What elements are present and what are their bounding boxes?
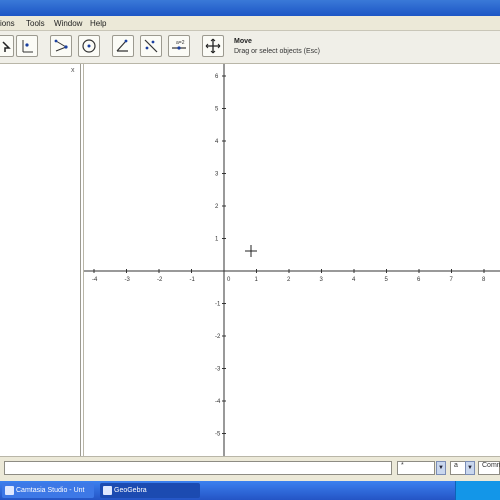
x-tick-label: 7 bbox=[450, 277, 454, 283]
taskbar-button-geogebra[interactable]: GeoGebra bbox=[100, 483, 200, 498]
input-field[interactable] bbox=[4, 461, 392, 475]
command-select[interactable]: Comm bbox=[478, 461, 500, 475]
x-tick-label: -3 bbox=[125, 277, 131, 283]
y-tick-label: -3 bbox=[215, 367, 221, 373]
y-tick-label: 2 bbox=[215, 204, 219, 210]
y-tick-label: 3 bbox=[215, 172, 219, 178]
graphics-view[interactable]: -4 -3 -2 -1 0 1 2 3 4 5 6 7 8 6 5 4 3 2 1 -1 -2 -3 -4 -5 bbox=[83, 64, 500, 456]
y-tick-labels: 6 5 4 3 2 1 -1 -2 -3 -4 -5 bbox=[215, 74, 221, 438]
y-tick-label: -5 bbox=[215, 432, 221, 438]
move-tool-button[interactable] bbox=[0, 35, 14, 57]
x-tick-label: -1 bbox=[190, 277, 196, 283]
move-graphics-view-button[interactable] bbox=[202, 35, 224, 57]
y-tick-label: 4 bbox=[215, 139, 219, 145]
camtasia-app-icon bbox=[5, 486, 14, 495]
tool-help-description: Drag or select objects (Esc) bbox=[234, 48, 320, 55]
angle-icon bbox=[116, 39, 128, 52]
x-tick-label: 6 bbox=[417, 277, 421, 283]
x-tick-label: 2 bbox=[287, 277, 291, 283]
y-tick-label: 5 bbox=[215, 107, 219, 113]
y-tick-label: -4 bbox=[215, 399, 221, 405]
point-icon bbox=[22, 40, 33, 53]
y-tick-label: -2 bbox=[215, 334, 221, 340]
menu-help[interactable]: Help bbox=[90, 19, 106, 28]
move-graphics-view-icon bbox=[205, 38, 221, 54]
svg-text:a=2: a=2 bbox=[176, 40, 185, 46]
reflect-tool-button[interactable] bbox=[140, 35, 162, 57]
x-tick-label: 0 bbox=[227, 277, 231, 283]
y-tick-label: -1 bbox=[215, 302, 221, 308]
point-tool-button[interactable] bbox=[16, 35, 38, 57]
x-tick-label: 8 bbox=[482, 277, 486, 283]
x-tick-label: -4 bbox=[92, 277, 98, 283]
y-tick-label: 1 bbox=[215, 237, 219, 243]
angle-tool-button[interactable] bbox=[112, 35, 134, 57]
move-arrow-icon bbox=[2, 41, 11, 52]
x-tick-label: 5 bbox=[385, 277, 389, 283]
tool-help-title: Move bbox=[234, 38, 252, 45]
taskbar: Camtasia Studio - Unt GeoGebra bbox=[0, 481, 500, 500]
taskbar-button-label: Camtasia Studio - Unt bbox=[16, 487, 85, 494]
line-tool-button[interactable] bbox=[50, 35, 72, 57]
circle-tool-button[interactable] bbox=[78, 35, 100, 57]
close-icon[interactable]: x bbox=[71, 67, 75, 74]
y-tick-label: 6 bbox=[215, 74, 219, 80]
menu-window[interactable]: Window bbox=[54, 19, 82, 28]
algebra-view[interactable]: x bbox=[0, 64, 81, 456]
x-tick-label: 3 bbox=[320, 277, 324, 283]
alpha-select-chevron-down-icon[interactable]: ▼ bbox=[465, 461, 475, 475]
geogebra-app-icon bbox=[103, 486, 112, 495]
reflect-line-icon bbox=[144, 39, 158, 53]
alpha-select[interactable]: a bbox=[450, 461, 466, 475]
coordinate-axes: -4 -3 -2 -1 0 1 2 3 4 5 6 7 8 6 5 4 3 2 1 -1 -2 -3 -4 -5 bbox=[84, 64, 500, 456]
menu-bar: ions Tools Window Help bbox=[0, 16, 500, 31]
symbol-select[interactable]: * bbox=[397, 461, 435, 475]
taskbar-button-label: GeoGebra bbox=[114, 487, 147, 494]
x-tick-label: 4 bbox=[352, 277, 356, 283]
system-tray[interactable] bbox=[455, 481, 500, 500]
x-tick-labels: -4 -3 -2 -1 0 1 2 3 4 5 6 7 8 bbox=[92, 277, 486, 283]
line-through-points-icon bbox=[54, 39, 68, 52]
window-title-bar bbox=[0, 0, 500, 16]
taskbar-button-camtasia[interactable]: Camtasia Studio - Unt bbox=[2, 483, 94, 498]
slider-icon: a=2 bbox=[172, 40, 186, 50]
cursor-crosshair-icon bbox=[245, 245, 257, 257]
input-bar: * ▼ a ▼ Comm bbox=[0, 456, 500, 481]
circle-icon bbox=[82, 39, 96, 53]
slider-tool-button[interactable]: a=2 bbox=[168, 35, 190, 57]
menu-tools[interactable]: Tools bbox=[26, 19, 45, 28]
symbol-select-chevron-down-icon[interactable]: ▼ bbox=[436, 461, 446, 475]
x-tick-label: 1 bbox=[255, 277, 259, 283]
menu-options[interactable]: ions bbox=[0, 19, 15, 28]
x-tick-label: -2 bbox=[157, 277, 163, 283]
